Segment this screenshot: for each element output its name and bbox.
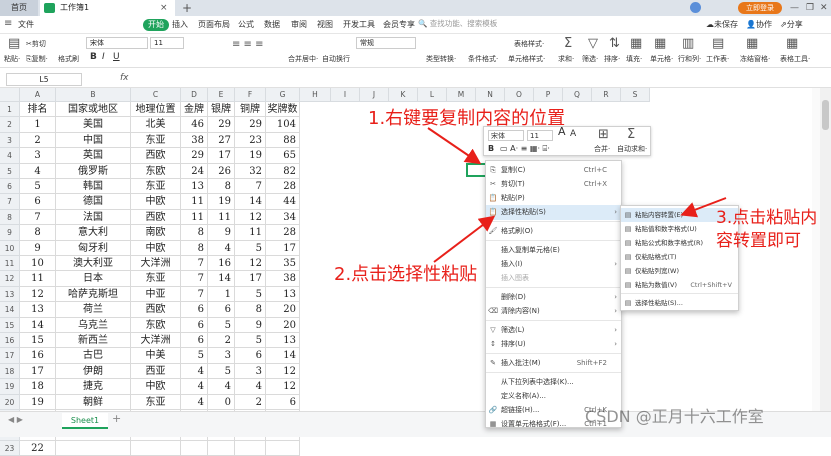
table-cell[interactable]: [235, 440, 266, 456]
table-cell[interactable]: [266, 440, 300, 456]
table-cell[interactable]: [56, 440, 131, 456]
table-cell[interactable]: [181, 440, 208, 456]
table-cell[interactable]: [131, 440, 181, 456]
annotation-step1: 1.右键要复制内容的位置: [368, 108, 566, 129]
row-header[interactable]: 23: [0, 440, 20, 456]
annotation-step2: 2.点击选择性粘贴: [334, 264, 478, 285]
annotation-arrows: [427, 127, 727, 263]
watermark: CSDN @正月十六工作室: [585, 407, 764, 426]
annotation-step3-line2: 容转置即可: [716, 231, 801, 251]
annotation-step3-line1: 3.点击粘贴内: [716, 208, 818, 228]
table-cell[interactable]: [208, 440, 235, 456]
table-cell[interactable]: 22: [20, 440, 56, 456]
